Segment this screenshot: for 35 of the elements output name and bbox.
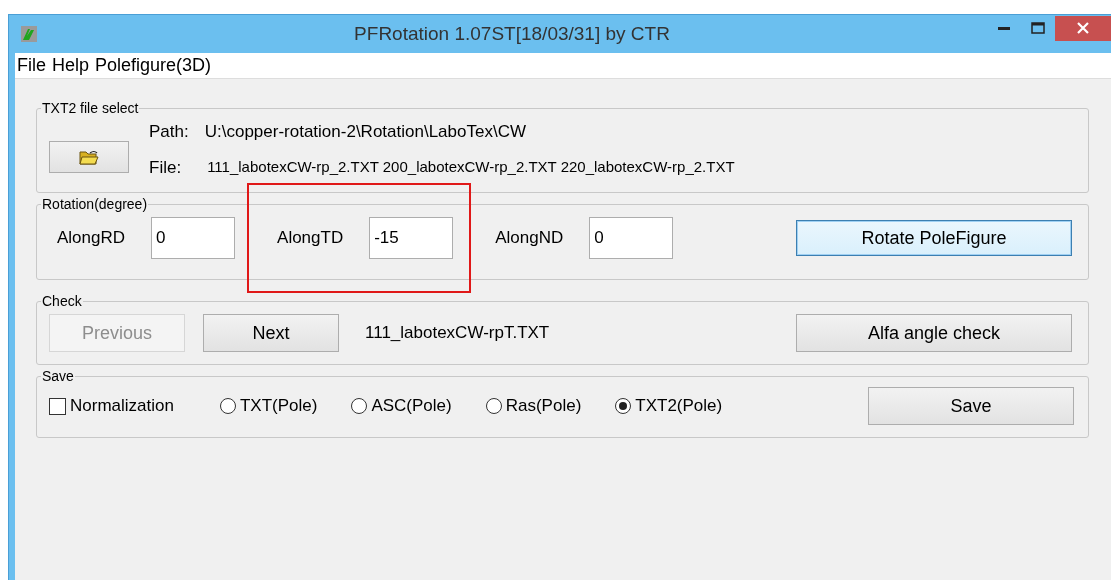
group-title: Rotation(degree) (41, 197, 149, 211)
file-list: 111_labotexCW-rp_2.TXT 200_labotexCW-rp_2.TXT 220_labotexCW-rp_2.TXT (207, 156, 735, 179)
nav-button[interactable]: Next (203, 314, 339, 352)
number-field[interactable]: 0 (589, 217, 674, 259)
format-radio[interactable]: Ras(Pole) (485, 393, 582, 419)
menu-item[interactable]: Polefigure(3D) (95, 52, 212, 79)
file-label: File: (149, 156, 182, 179)
number-field[interactable]: -15 (369, 217, 454, 259)
group-title: Save (41, 369, 75, 383)
group-title: Check (41, 294, 83, 308)
close-button[interactable] (1055, 15, 1111, 41)
folder-icon (79, 149, 99, 166)
maximize-icon (1031, 22, 1045, 34)
format-radio[interactable]: TXT2(Pole) (615, 393, 723, 419)
alfa-check-button[interactable]: Alfa angle check (796, 314, 1072, 352)
field-label: AlongND (495, 227, 564, 250)
open-file-button[interactable] (49, 140, 129, 173)
minimize-icon (998, 26, 1010, 30)
format-radio[interactable]: TXT(Pole) (219, 393, 318, 419)
close-icon (1076, 21, 1090, 35)
rotate-button[interactable]: Rotate PoleFigure (796, 220, 1072, 256)
check-file-name: 111_labotexCW-rpT.TXT (365, 322, 550, 345)
field-label: AlongTD (277, 227, 344, 250)
format-radio[interactable]: ASC(Pole) (351, 393, 452, 419)
path-value: U:\copper-rotation-2\Rotation\LaboTex\CW (204, 121, 526, 143)
menu-item[interactable]: File (17, 52, 46, 79)
window-title: PFRotation 1.07ST[18/03/31] by CTR (353, 21, 671, 46)
app-icon (21, 26, 37, 42)
normalization-checkbox[interactable]: Normalization (49, 393, 174, 419)
menu-item[interactable]: Help (52, 52, 90, 79)
group-title: TXT2 file select (41, 101, 140, 115)
field-label: AlongRD (57, 227, 126, 250)
path-label: Path: (149, 121, 189, 143)
save-button[interactable]: Save (868, 387, 1074, 425)
number-field[interactable]: 0 (151, 217, 236, 259)
